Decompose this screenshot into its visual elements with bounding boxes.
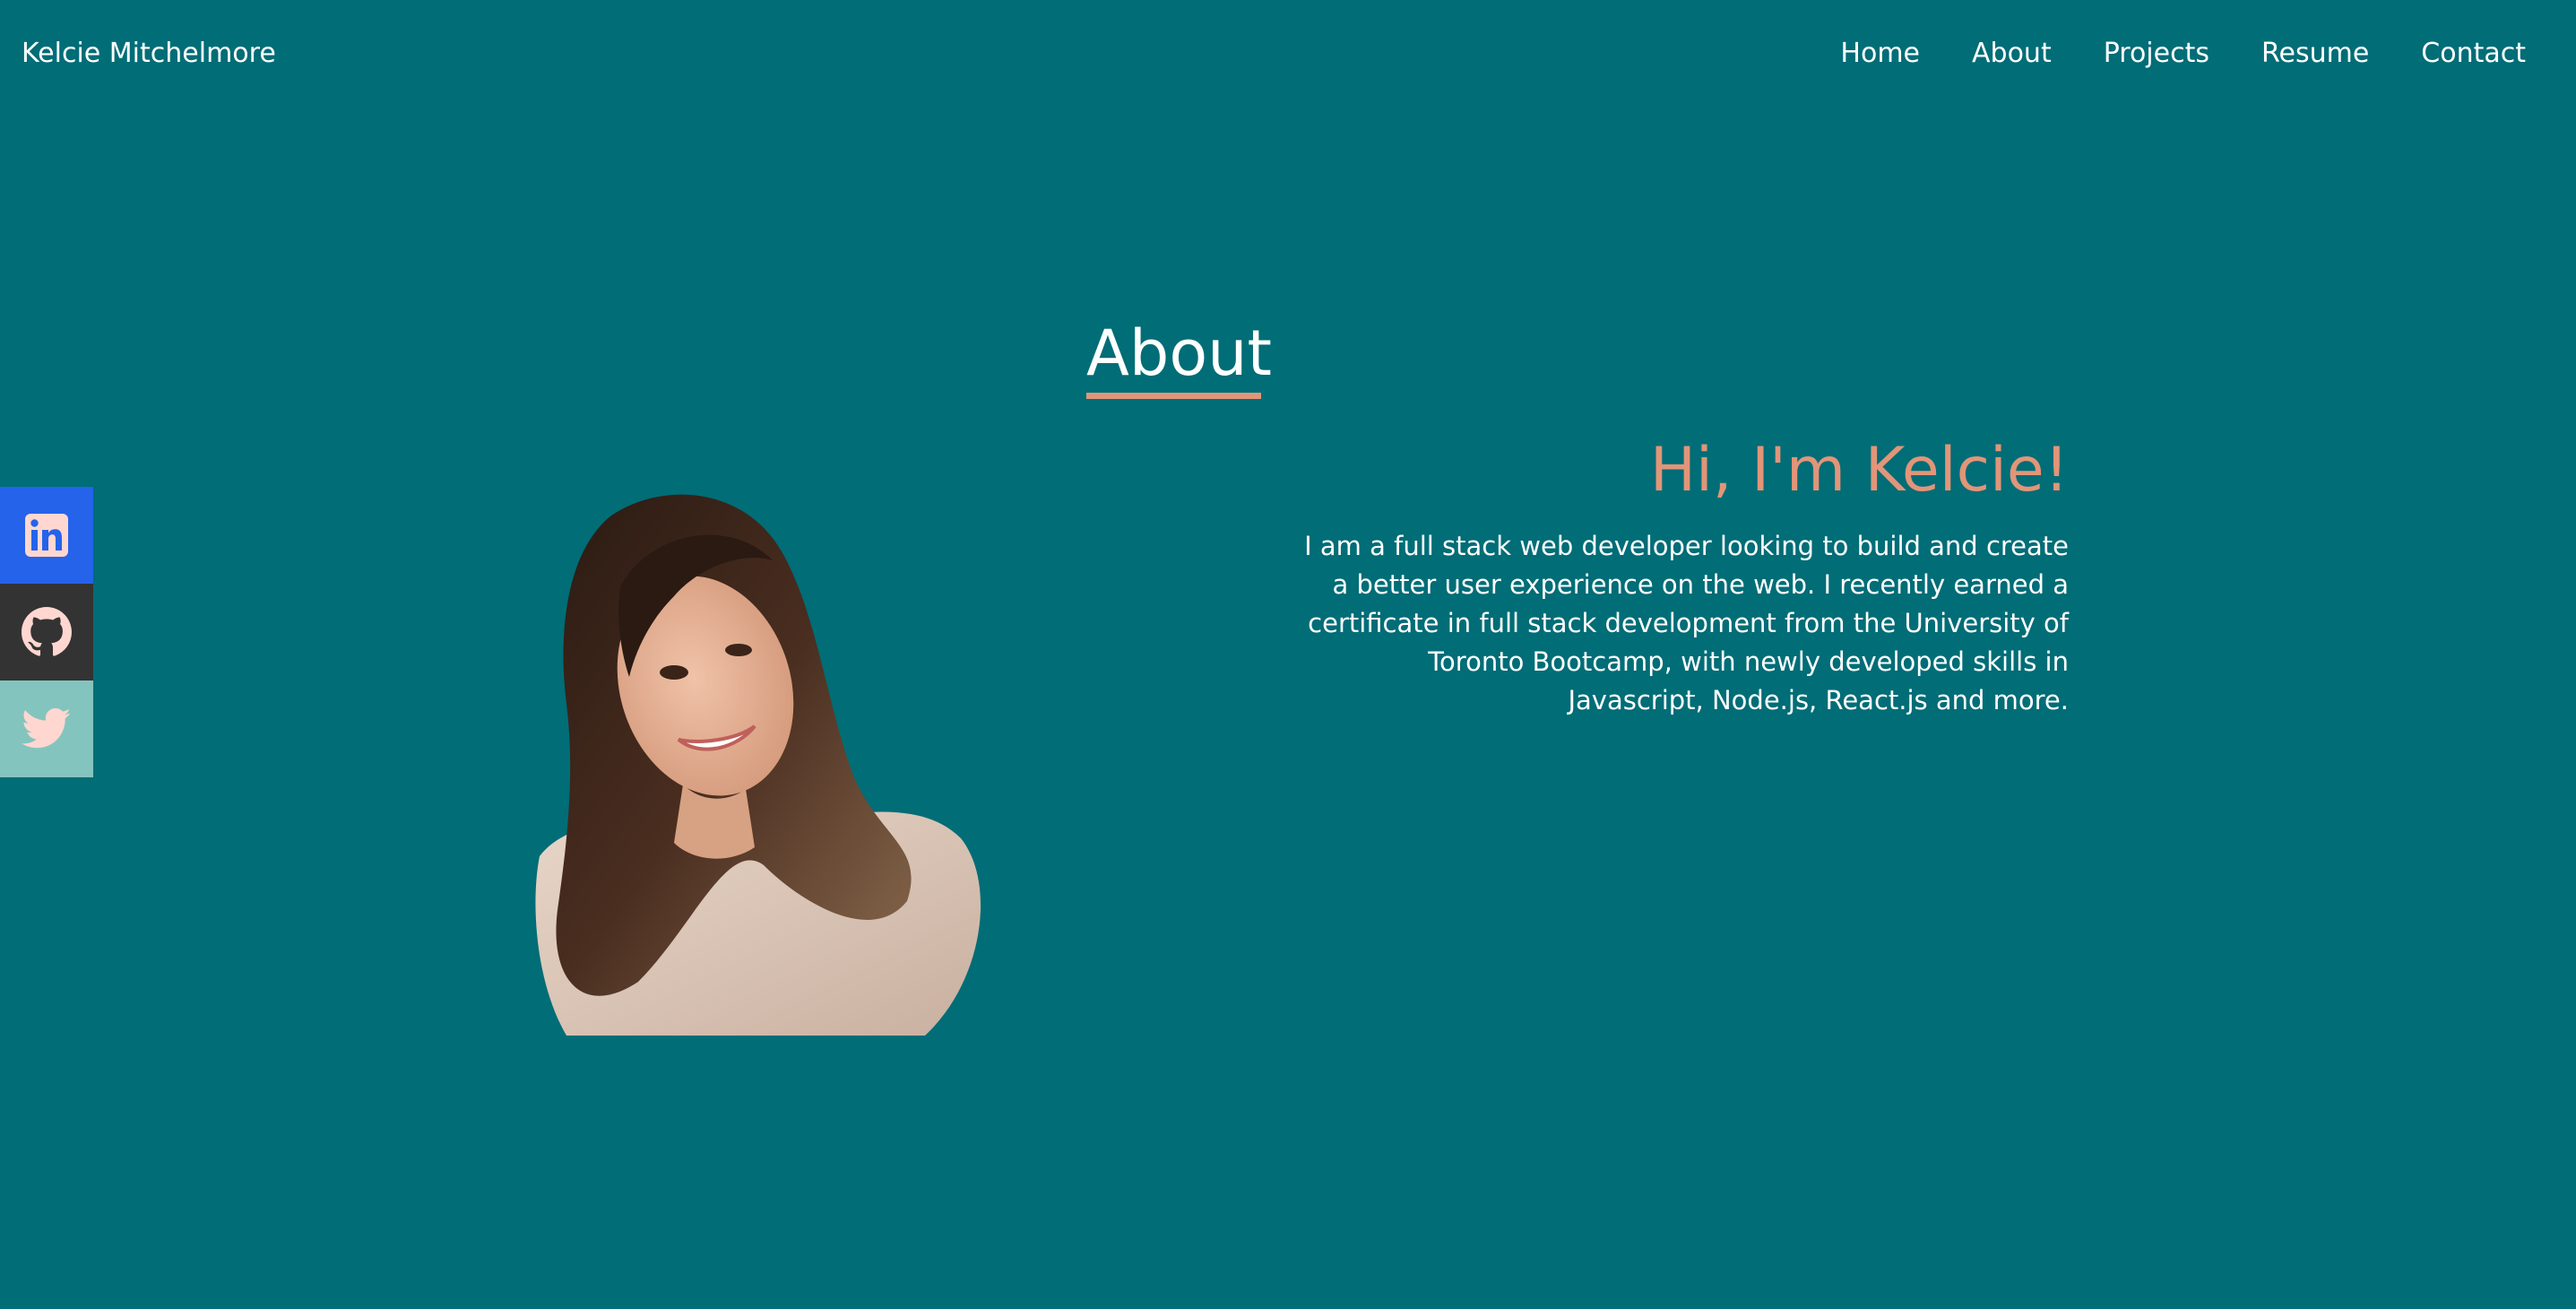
github-icon <box>22 607 72 656</box>
nav-resume[interactable]: Resume <box>2261 34 2369 74</box>
linkedin-icon <box>25 514 68 557</box>
github-button[interactable] <box>0 584 93 681</box>
site-name-link[interactable]: Kelcie Mitchelmore <box>22 36 276 72</box>
twitter-icon <box>22 708 71 749</box>
social-sidebar <box>0 487 93 777</box>
heading-underline <box>1086 393 1261 399</box>
page: Kelcie Mitchelmore Home About Projects R… <box>0 0 2576 1309</box>
twitter-button[interactable] <box>0 681 93 777</box>
greeting-heading: Hi, I'm Kelcie! <box>1649 435 2069 506</box>
nav-home[interactable]: Home <box>1840 34 1920 74</box>
about-heading: About <box>1086 316 1272 390</box>
nav-contact[interactable]: Contact <box>2421 34 2526 74</box>
linkedin-button[interactable] <box>0 487 93 584</box>
nav-projects[interactable]: Projects <box>2104 34 2209 74</box>
profile-photo <box>535 494 981 1036</box>
nav-about[interactable]: About <box>1972 34 2052 74</box>
bio-text: I am a full stack web developer looking … <box>1304 531 2069 715</box>
main-nav: Home About Projects Resume Contact <box>1788 34 2526 74</box>
